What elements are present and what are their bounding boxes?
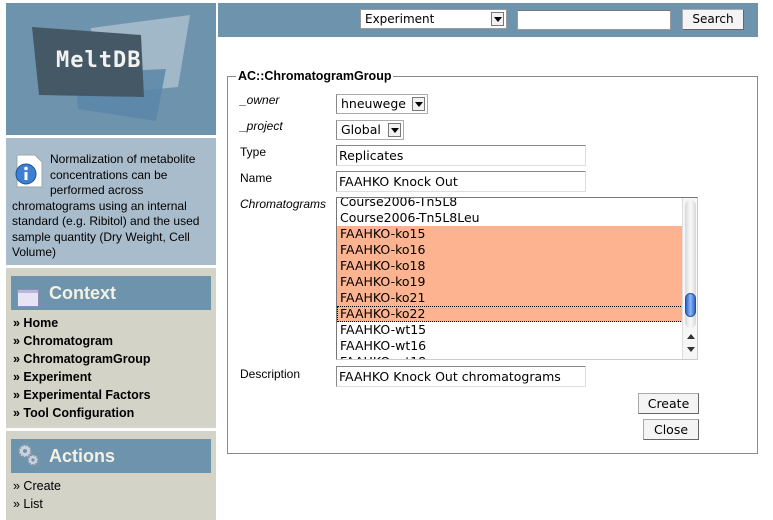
description-label: Description [240, 367, 301, 381]
chromatogram-option[interactable]: FAAHKO-ko19 [337, 274, 683, 290]
chromatogram-option[interactable]: Course2006-Tn5L8 [337, 198, 683, 210]
chevron-down-icon[interactable] [388, 123, 401, 137]
type-input[interactable]: Replicates [336, 145, 586, 166]
chromatogram-option[interactable]: FAAHKO-wt15 [337, 322, 683, 338]
owner-label: _owner [240, 93, 280, 107]
search-button[interactable]: Search [682, 9, 744, 30]
chromatogram-group-form: AC::ChromatogramGroup _owner hneuwege _p… [227, 69, 758, 454]
owner-value: hneuwege [341, 96, 406, 111]
sidebar: MeltDB Normalization of metabolite conce… [6, 0, 216, 520]
project-value: Global [341, 122, 381, 137]
listbox-scrollbar[interactable] [682, 198, 697, 359]
chromatogram-option[interactable]: FAAHKO-ko15 [337, 226, 683, 242]
close-button[interactable]: Close [643, 419, 699, 440]
context-link-tool-configuration[interactable]: » Tool Configuration [13, 406, 134, 420]
context-item-tool-configuration[interactable]: » Tool Configuration [13, 404, 151, 422]
actions-title: Actions [49, 446, 116, 466]
owner-select[interactable]: hneuwege [336, 94, 428, 114]
context-item-chromatogramgroup[interactable]: » ChromatogramGroup [13, 350, 151, 368]
search-scope-value: Experiment [365, 12, 435, 26]
context-nav: » Home » Chromatogram » ChromatogramGrou… [13, 314, 151, 422]
action-link-list[interactable]: » List [13, 497, 43, 511]
chevron-down-icon[interactable] [412, 97, 425, 111]
project-select[interactable]: Global [336, 120, 404, 140]
chevron-down-icon[interactable] [491, 12, 504, 26]
scroll-down-arrow-icon[interactable] [686, 343, 695, 355]
description-input[interactable]: FAAHKO Knock Out chromatograms [336, 366, 586, 387]
context-title: Context [49, 283, 116, 303]
logo[interactable]: MeltDB [6, 3, 216, 135]
action-link-create[interactable]: » Create [13, 479, 61, 493]
name-label: Name [240, 171, 273, 185]
search-bar: Experiment Search [218, 3, 758, 37]
chromatogram-option[interactable]: FAAHKO-ko16 [337, 242, 683, 258]
chromatograms-listbox[interactable]: Course2006-Tn5L8 Course2006-Tn5L8Leu FAAHK… [336, 197, 698, 360]
chromatogram-option[interactable]: FAAHKO-wt16 [337, 338, 683, 354]
logo-text: MeltDB [56, 48, 141, 73]
action-item-list[interactable]: » List [13, 495, 61, 513]
context-panel: Context » Home » Chromatogram » Chromato… [6, 268, 216, 428]
info-icon [14, 154, 44, 188]
project-label: _project [240, 119, 283, 133]
context-item-experiment[interactable]: » Experiment [13, 368, 151, 386]
scrollbar-thumb[interactable] [685, 293, 696, 317]
context-link-home[interactable]: » Home [13, 316, 58, 330]
scroll-up-arrow-icon[interactable] [686, 330, 695, 342]
chromatogram-option[interactable]: FAAHKO-ko22 [337, 306, 683, 322]
chromatogram-option[interactable]: FAAHKO-wt18 [337, 354, 683, 359]
context-item-chromatogram[interactable]: » Chromatogram [13, 332, 151, 350]
context-link-experiment[interactable]: » Experiment [13, 370, 92, 384]
actions-nav: » Create » List [13, 477, 61, 513]
form-legend: AC::ChromatogramGroup [236, 69, 394, 83]
context-link-chromatogram[interactable]: » Chromatogram [13, 334, 113, 348]
create-button[interactable]: Create [638, 393, 699, 414]
chromatogram-option[interactable]: FAAHKO-ko18 [337, 258, 683, 274]
chromatograms-label: Chromatograms [240, 197, 327, 211]
actions-header: Actions [11, 439, 211, 473]
search-input[interactable] [517, 10, 671, 30]
search-scope-select[interactable]: Experiment [360, 9, 507, 29]
meltdb-logo-graphic: MeltDB [32, 15, 190, 121]
gears-icon [17, 443, 41, 478]
window-icon [17, 284, 39, 318]
chromatogram-option[interactable]: Course2006-Tn5L8Leu [337, 210, 683, 226]
action-item-create[interactable]: » Create [13, 477, 61, 495]
chromatogram-option[interactable]: FAAHKO-ko21 [337, 290, 683, 306]
name-input[interactable]: FAAHKO Knock Out [336, 171, 586, 192]
context-link-experimental-factors[interactable]: » Experimental Factors [13, 388, 151, 402]
type-label: Type [240, 145, 267, 159]
actions-panel: Actions » Create » List [6, 431, 216, 520]
context-item-home[interactable]: » Home [13, 314, 151, 332]
context-item-experimental-factors[interactable]: » Experimental Factors [13, 386, 151, 404]
context-link-chromatogramgroup[interactable]: » ChromatogramGroup [13, 352, 151, 366]
context-header: Context [11, 276, 211, 310]
info-box: Normalization of metabolite concentratio… [6, 138, 216, 265]
